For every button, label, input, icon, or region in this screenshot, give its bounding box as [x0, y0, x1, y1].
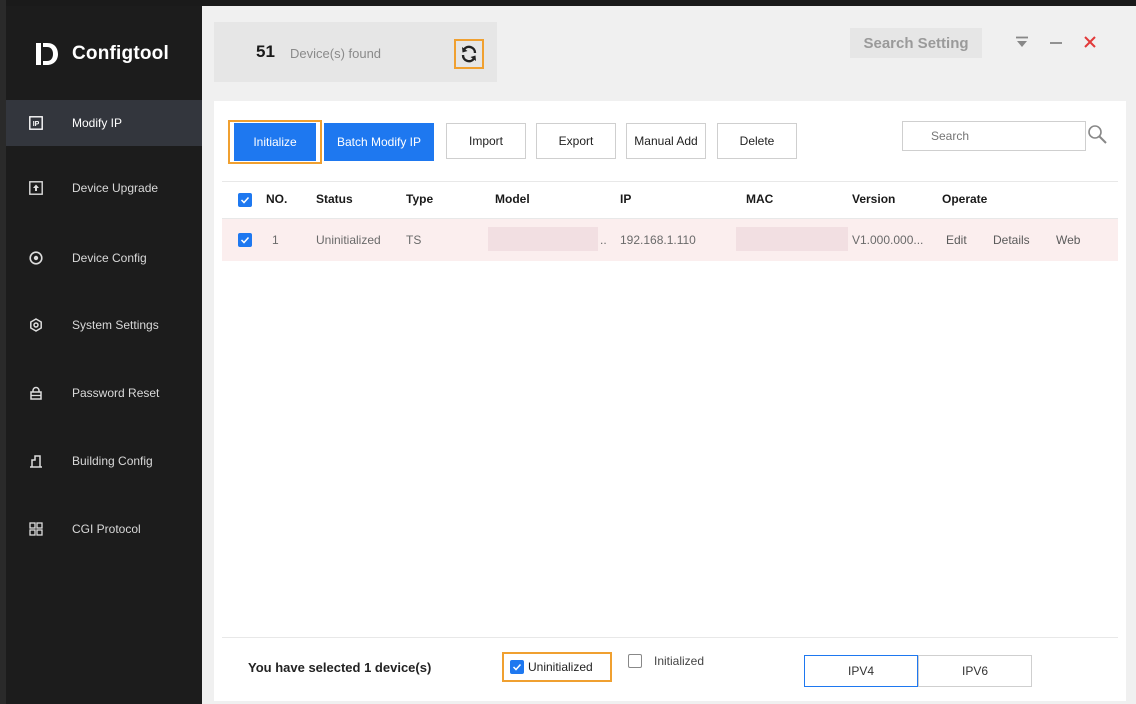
column-no: NO. — [266, 192, 288, 206]
column-status: Status — [316, 192, 353, 206]
configtool-window: Configtool IP Modify IP Device Upgrade D… — [0, 0, 1136, 704]
filter-initialized-label: Initialized — [654, 654, 705, 668]
app-logo: Configtool — [34, 40, 169, 68]
device-count: 51 — [256, 42, 275, 61]
close-button[interactable] — [1078, 28, 1102, 56]
column-mac: MAC — [746, 192, 774, 206]
table-header: NO. Status Type Model IP MAC Version Ope… — [222, 181, 1118, 219]
minimize-button[interactable] — [1044, 28, 1068, 56]
export-button[interactable]: Export — [536, 123, 616, 159]
sidebar-item-label: Device Upgrade — [72, 181, 159, 195]
sidebar-item-label: CGI Protocol — [72, 522, 141, 536]
device-panel: Initialize Batch Modify IP Import Export… — [214, 101, 1126, 701]
selected-count-text: You have selected 1 device(s) — [248, 660, 432, 675]
row-version: V1.000.000... — [852, 233, 924, 247]
batch-modify-ip-button[interactable]: Batch Modify IP — [324, 123, 434, 161]
column-model: Model — [495, 192, 530, 206]
search-input[interactable] — [902, 121, 1086, 151]
column-operate: Operate — [942, 192, 988, 206]
filter-initialized[interactable]: Initialized — [628, 654, 704, 668]
building-icon — [28, 453, 44, 469]
lock-icon — [28, 385, 44, 401]
settings-icon — [28, 317, 44, 333]
ipv4-button[interactable]: IPV4 — [804, 655, 918, 687]
row-model-ellipsis: .. — [600, 233, 607, 247]
sidebar-item-label: Password Reset — [72, 386, 160, 400]
refresh-button[interactable] — [454, 39, 484, 69]
sidebar-item-label: System Settings — [72, 318, 159, 332]
dropdown-icon — [1016, 36, 1028, 47]
filter-uninitialized[interactable]: Uninitialized — [502, 652, 612, 682]
search-icon[interactable] — [1086, 123, 1108, 145]
row-ip: 192.168.1.110 — [620, 233, 696, 247]
column-version: Version — [852, 192, 896, 206]
close-icon — [1084, 36, 1096, 48]
column-ip: IP — [620, 192, 632, 206]
sidebar-item-label: Device Config — [72, 251, 147, 265]
manual-add-button[interactable]: Manual Add — [626, 123, 706, 159]
minimize-icon — [1050, 42, 1062, 44]
uninitialized-checkbox[interactable] — [510, 660, 524, 674]
refresh-icon — [461, 45, 477, 63]
dropdown-menu-button[interactable] — [1010, 28, 1034, 56]
sidebar-item-label: Building Config — [72, 454, 153, 468]
web-link[interactable]: Web — [1056, 233, 1080, 247]
ip-icon: IP — [28, 115, 44, 131]
sidebar-item-cgi-protocol[interactable]: CGI Protocol — [6, 506, 202, 552]
row-no: 1 — [272, 233, 279, 247]
logo-icon — [34, 40, 60, 68]
table-row[interactable]: 1 Uninitialized TS .. 192.168.1.110 V1.0… — [222, 219, 1118, 261]
import-button[interactable]: Import — [446, 123, 526, 159]
check-icon — [512, 663, 522, 671]
device-count-label: Device(s) found — [290, 46, 382, 61]
upload-icon — [28, 180, 44, 196]
edit-link[interactable]: Edit — [946, 233, 967, 247]
check-icon — [240, 236, 250, 244]
column-type: Type — [406, 192, 434, 206]
sidebar-item-password-reset[interactable]: Password Reset — [6, 370, 202, 416]
check-icon — [240, 196, 250, 204]
sidebar-item-building-config[interactable]: Building Config — [6, 438, 202, 484]
device-count-header: 51 Device(s) found — [214, 22, 497, 82]
footer-bar: You have selected 1 device(s) Uninitiali… — [222, 637, 1118, 702]
sidebar: Configtool IP Modify IP Device Upgrade D… — [6, 6, 202, 704]
initialized-checkbox[interactable] — [628, 654, 642, 668]
delete-button[interactable]: Delete — [717, 123, 797, 159]
sidebar-item-device-config[interactable]: Device Config — [6, 235, 202, 281]
sidebar-item-modify-ip[interactable]: IP Modify IP — [6, 100, 202, 146]
main-area: 51 Device(s) found Search Setting Initia… — [202, 6, 1136, 704]
search-setting-button[interactable]: Search Setting — [850, 28, 982, 58]
sidebar-item-system-settings[interactable]: System Settings — [6, 302, 202, 348]
ipv6-button[interactable]: IPV6 — [918, 655, 1032, 687]
sidebar-item-device-upgrade[interactable]: Device Upgrade — [6, 165, 202, 211]
svg-text:IP: IP — [33, 121, 40, 128]
row-checkbox[interactable] — [238, 233, 252, 247]
initialize-button[interactable]: Initialize — [234, 123, 316, 161]
app-name: Configtool — [72, 43, 169, 64]
row-status: Uninitialized — [316, 233, 381, 247]
select-all-checkbox[interactable] — [238, 193, 252, 207]
grid-icon — [28, 521, 44, 537]
mac-redacted — [736, 227, 848, 251]
config-circle-icon — [28, 250, 44, 266]
details-link[interactable]: Details — [993, 233, 1030, 247]
model-redacted — [488, 227, 598, 251]
sidebar-item-label: Modify IP — [72, 116, 123, 130]
row-type: TS — [406, 233, 422, 247]
filter-uninitialized-label: Uninitialized — [528, 660, 593, 674]
